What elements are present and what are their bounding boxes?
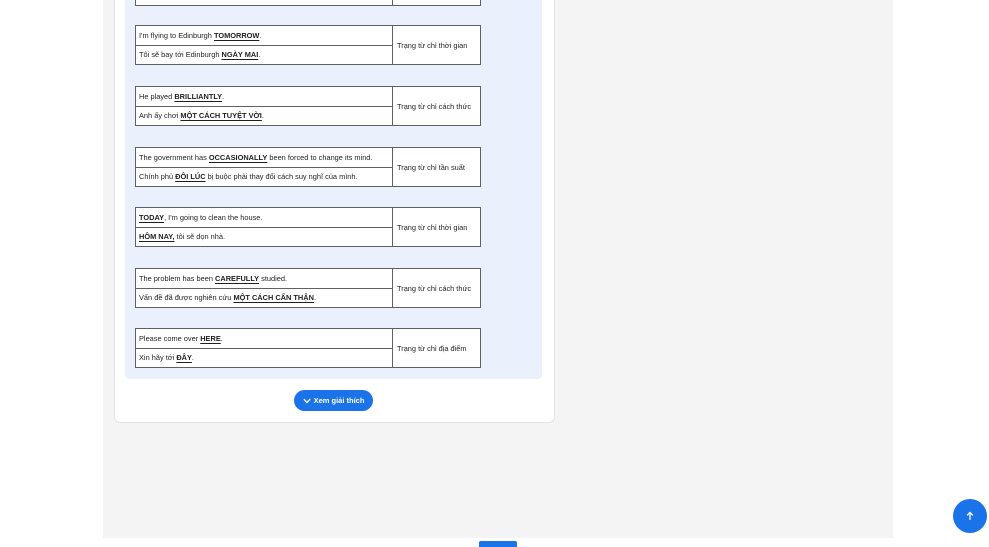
vietnamese-sentence: Vấn đề đã được nghiên cứu MỘT CÁCH CẨN T…	[139, 293, 316, 302]
example-table: I'm flying to Edinburgh TOMORROW. Tôi sẽ…	[135, 25, 481, 65]
example-table: The problem has been CAREFULLY studied. …	[135, 268, 481, 308]
arrow-up-icon	[966, 511, 974, 521]
highlighted-adverb: ĐÔI LÚC	[175, 172, 206, 181]
highlighted-adverb: TOMORROW	[213, 31, 260, 40]
example-table: TODAY, I'm going to clean the house. HÔM…	[135, 207, 481, 247]
adverb-type: Trạng từ chỉ thời gian	[397, 222, 468, 232]
view-explanation-button[interactable]: Xem giải thích	[294, 390, 373, 411]
chevron-down-icon	[303, 398, 311, 403]
english-sentence: TODAY, I'm going to clean the house.	[136, 208, 393, 228]
highlighted-adverb: BRILLIANTLY	[174, 92, 223, 101]
english-sentence: He played BRILLIANTLY.	[136, 87, 393, 107]
adverb-type: Trạng từ chỉ tần suất	[397, 162, 465, 172]
example-table: Please come over HERE. Xin hãy tới ĐÂY. …	[135, 328, 481, 368]
english-sentence: Please come over HERE.	[136, 329, 393, 349]
highlighted-adverb: HÔM NAY,	[139, 232, 175, 241]
vietnamese-sentence: HÔM NAY, tôi sẽ dọn nhà.	[139, 232, 226, 241]
english-sentence: The problem has been CAREFULLY studied.	[136, 269, 393, 289]
example-table: He played BRILLIANTLY. Anh ấy chơi MỘT C…	[135, 86, 481, 126]
vietnamese-sentence: Xin hãy tới ĐÂY.	[139, 353, 194, 362]
view-explanation-label: Xem giải thích	[313, 396, 365, 405]
highlighted-adverb: MỘT CÁCH TUYỆT VỜI	[180, 111, 262, 120]
adverb-type: Trạng từ chỉ cách thức	[397, 101, 472, 111]
vietnamese-sentence: Chính phủ ĐÔI LÚC bị buộc phải thay đổi …	[139, 172, 358, 181]
highlighted-adverb: NGÀY MAI	[221, 50, 259, 59]
adverb-type: Trạng từ chỉ địa điểm	[397, 343, 467, 353]
adverb-type: Trạng từ chỉ thời gian	[397, 40, 468, 50]
highlighted-adverb: CAREFULLY	[215, 274, 260, 283]
english-sentence: The government has OCCASIONALLY been for…	[136, 148, 393, 168]
bottom-nav-tab[interactable]	[479, 541, 517, 547]
highlighted-adverb: TODAY	[139, 213, 165, 222]
scroll-to-top-button[interactable]	[953, 499, 987, 533]
highlighted-adverb: HERE	[200, 334, 221, 343]
highlighted-adverb: MỘT CÁCH CẨN THẬN	[233, 293, 314, 302]
vietnamese-sentence: Anh ấy chơi MỘT CÁCH TUYỆT VỜI.	[139, 111, 264, 120]
vietnamese-sentence: Tôi sẽ bay tới Edinburgh NGÀY MAI.	[139, 50, 261, 59]
adverb-type: Trạng từ chỉ cách thức	[397, 283, 472, 293]
example-table-partial	[135, 0, 481, 6]
highlighted-adverb: OCCASIONALLY	[208, 153, 268, 162]
highlighted-adverb: ĐÂY	[176, 353, 192, 362]
example-table: The government has OCCASIONALLY been for…	[135, 147, 481, 187]
english-sentence: I'm flying to Edinburgh TOMORROW.	[136, 26, 393, 46]
